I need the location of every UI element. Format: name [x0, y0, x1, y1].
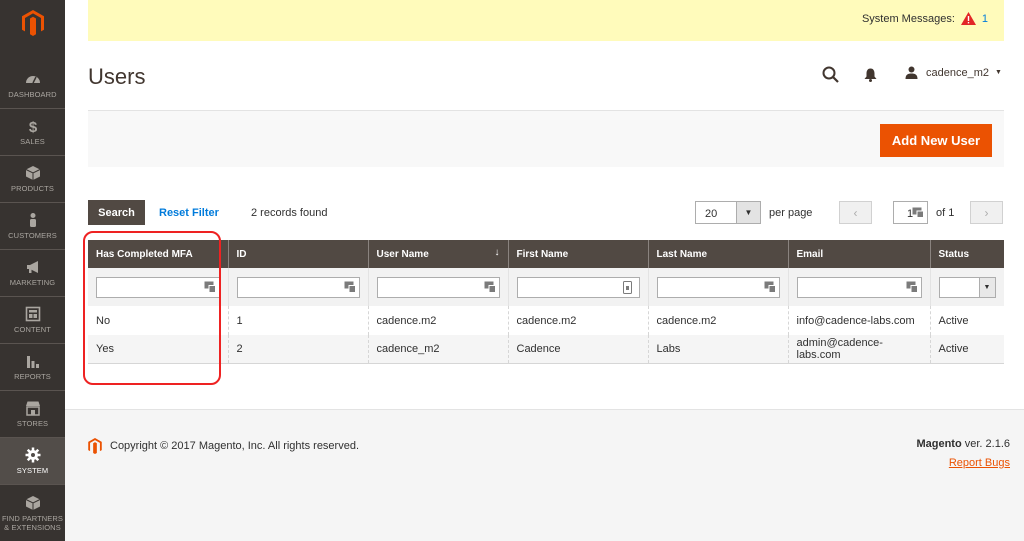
- column-header-status[interactable]: Status: [929, 240, 1004, 268]
- keyboard-icon: [344, 281, 356, 293]
- system-messages-bar: System Messages: 1: [88, 0, 1004, 41]
- copyright: Copyright © 2017 Magento, Inc. All right…: [88, 438, 359, 454]
- cube-icon: [25, 495, 40, 510]
- next-page-button[interactable]: ›: [970, 201, 1003, 224]
- column-header-id[interactable]: ID: [227, 240, 368, 268]
- cell-status: Active: [929, 306, 1004, 335]
- per-page-value: 20: [705, 208, 718, 220]
- cell-user-name: cadence_m2: [367, 335, 508, 364]
- page-number-input[interactable]: 1: [893, 201, 928, 224]
- sidebar-item-find-partners[interactable]: FIND PARTNERS & EXTENSIONS: [0, 485, 65, 541]
- magento-logo[interactable]: [0, 0, 65, 46]
- table-row[interactable]: Yes 2 cadence_m2 Cadence Labs admin@cade…: [88, 335, 1004, 364]
- cell-email: info@cadence-labs.com: [787, 306, 930, 335]
- svg-text:$: $: [28, 119, 37, 134]
- cell-user-name: cadence.m2: [367, 306, 508, 335]
- page-title: Users: [88, 64, 146, 89]
- add-new-user-button[interactable]: Add New User: [880, 124, 992, 157]
- sidebar-item-system[interactable]: SYSTEM: [0, 438, 65, 485]
- chevron-right-icon: ›: [984, 205, 989, 220]
- store-icon: [25, 401, 40, 416]
- sidebar-item-reports[interactable]: REPORTS: [0, 344, 65, 391]
- column-header-last-name[interactable]: Last Name: [647, 240, 788, 268]
- column-header-user-name[interactable]: User Name ↓: [367, 240, 508, 268]
- cell-last-name: cadence.m2: [647, 306, 788, 335]
- sidebar-item-dashboard[interactable]: DASHBOARD: [0, 62, 65, 109]
- filter-select-status[interactable]: ▼: [938, 276, 996, 298]
- username: cadence_m2: [926, 66, 989, 79]
- bell-icon: [864, 68, 877, 82]
- mfa-column-highlight: [83, 231, 221, 385]
- global-search-button[interactable]: [822, 66, 839, 86]
- system-messages-count[interactable]: 1: [982, 13, 988, 25]
- magento-version: Magento ver. 2.1.6: [916, 438, 1010, 450]
- filter-input-first-name[interactable]: [516, 276, 640, 298]
- page-of-total: of 1: [936, 207, 955, 219]
- keyboard-icon: [906, 281, 918, 293]
- column-header-first-name[interactable]: First Name: [507, 240, 648, 268]
- password-manager-icon: [622, 280, 632, 294]
- warning-icon: [960, 12, 976, 25]
- search-icon: [822, 66, 839, 83]
- column-header-email[interactable]: Email: [787, 240, 930, 268]
- sidebar-item-marketing[interactable]: MARKETING: [0, 250, 65, 297]
- cell-last-name: Labs: [647, 335, 788, 364]
- chevron-down-icon: ▼: [978, 277, 995, 297]
- magento-logo-icon: [88, 438, 102, 454]
- layout-icon: [25, 306, 40, 322]
- version-brand: Magento: [916, 438, 962, 450]
- cell-id: 2: [227, 335, 368, 364]
- report-bugs-link[interactable]: Report Bugs: [949, 457, 1010, 469]
- user-account-menu[interactable]: cadence_m2 ▼: [905, 66, 1002, 79]
- cell-id: 1: [227, 306, 368, 335]
- search-button[interactable]: Search: [88, 200, 145, 225]
- user-icon: [905, 66, 918, 79]
- per-page-select[interactable]: 20 ▼: [695, 201, 761, 224]
- page-actions-bar: Add New User: [88, 110, 1004, 167]
- per-page-label: per page: [769, 207, 813, 219]
- dollar-icon: $: [28, 119, 37, 134]
- sidebar-item-content[interactable]: CONTENT: [0, 297, 65, 344]
- box-icon: [25, 166, 40, 180]
- gear-icon: [25, 447, 40, 463]
- person-icon: [29, 213, 36, 227]
- chevron-down-icon[interactable]: ▼: [736, 202, 760, 223]
- chevron-left-icon: ‹: [853, 205, 858, 220]
- cell-first-name: cadence.m2: [507, 306, 648, 335]
- dashboard-icon: [25, 76, 40, 84]
- bar-chart-icon: [26, 356, 39, 368]
- version-number: ver. 2.1.6: [961, 438, 1010, 450]
- keyboard-icon: [484, 281, 496, 293]
- previous-page-button[interactable]: ‹: [839, 201, 872, 224]
- cell-first-name: Cadence: [507, 335, 648, 364]
- page-footer: [65, 409, 1024, 541]
- reset-filter-link[interactable]: Reset Filter: [159, 207, 219, 219]
- filter-input-last-name[interactable]: [656, 276, 780, 298]
- system-messages-label: System Messages:: [861, 12, 955, 25]
- users-grid: Has Completed MFA ID User Name ↓ First Na…: [88, 240, 1004, 364]
- filter-row: ▼: [88, 268, 1004, 306]
- keyboard-icon: [912, 207, 924, 218]
- system-messages[interactable]: System Messages: 1: [862, 12, 988, 25]
- megaphone-icon: [26, 261, 38, 273]
- cell-status: Active: [929, 335, 1004, 364]
- column-header-user-name-label: User Name: [376, 248, 429, 260]
- keyboard-icon: [764, 281, 776, 293]
- sidebar-item-customers[interactable]: CUSTOMERS: [0, 203, 65, 250]
- sidebar-item-products[interactable]: PRODUCTS: [0, 156, 65, 203]
- table-row[interactable]: No 1 cadence.m2 cadence.m2 cadence.m2 in…: [88, 306, 1004, 335]
- records-found: 2 records found: [251, 207, 328, 219]
- copyright-text: Copyright © 2017 Magento, Inc. All right…: [110, 440, 360, 452]
- sidebar-item-stores[interactable]: STORES: [0, 391, 65, 438]
- cell-email: admin@cadence-labs.com: [787, 335, 930, 364]
- notifications-button[interactable]: [864, 68, 877, 85]
- admin-sidebar: DASHBOARD $ SALES PRODUCTS CUSTOMERS MAR…: [0, 0, 65, 541]
- filter-input-user-name[interactable]: [376, 276, 500, 298]
- sidebar-item-sales[interactable]: $ SALES: [0, 109, 65, 156]
- chevron-down-icon: ▼: [995, 69, 1002, 76]
- magento-logo-icon: [21, 10, 44, 36]
- sort-arrow-icon: ↓: [494, 247, 500, 258]
- filter-input-email[interactable]: [796, 276, 922, 298]
- filter-input-id[interactable]: [236, 276, 360, 298]
